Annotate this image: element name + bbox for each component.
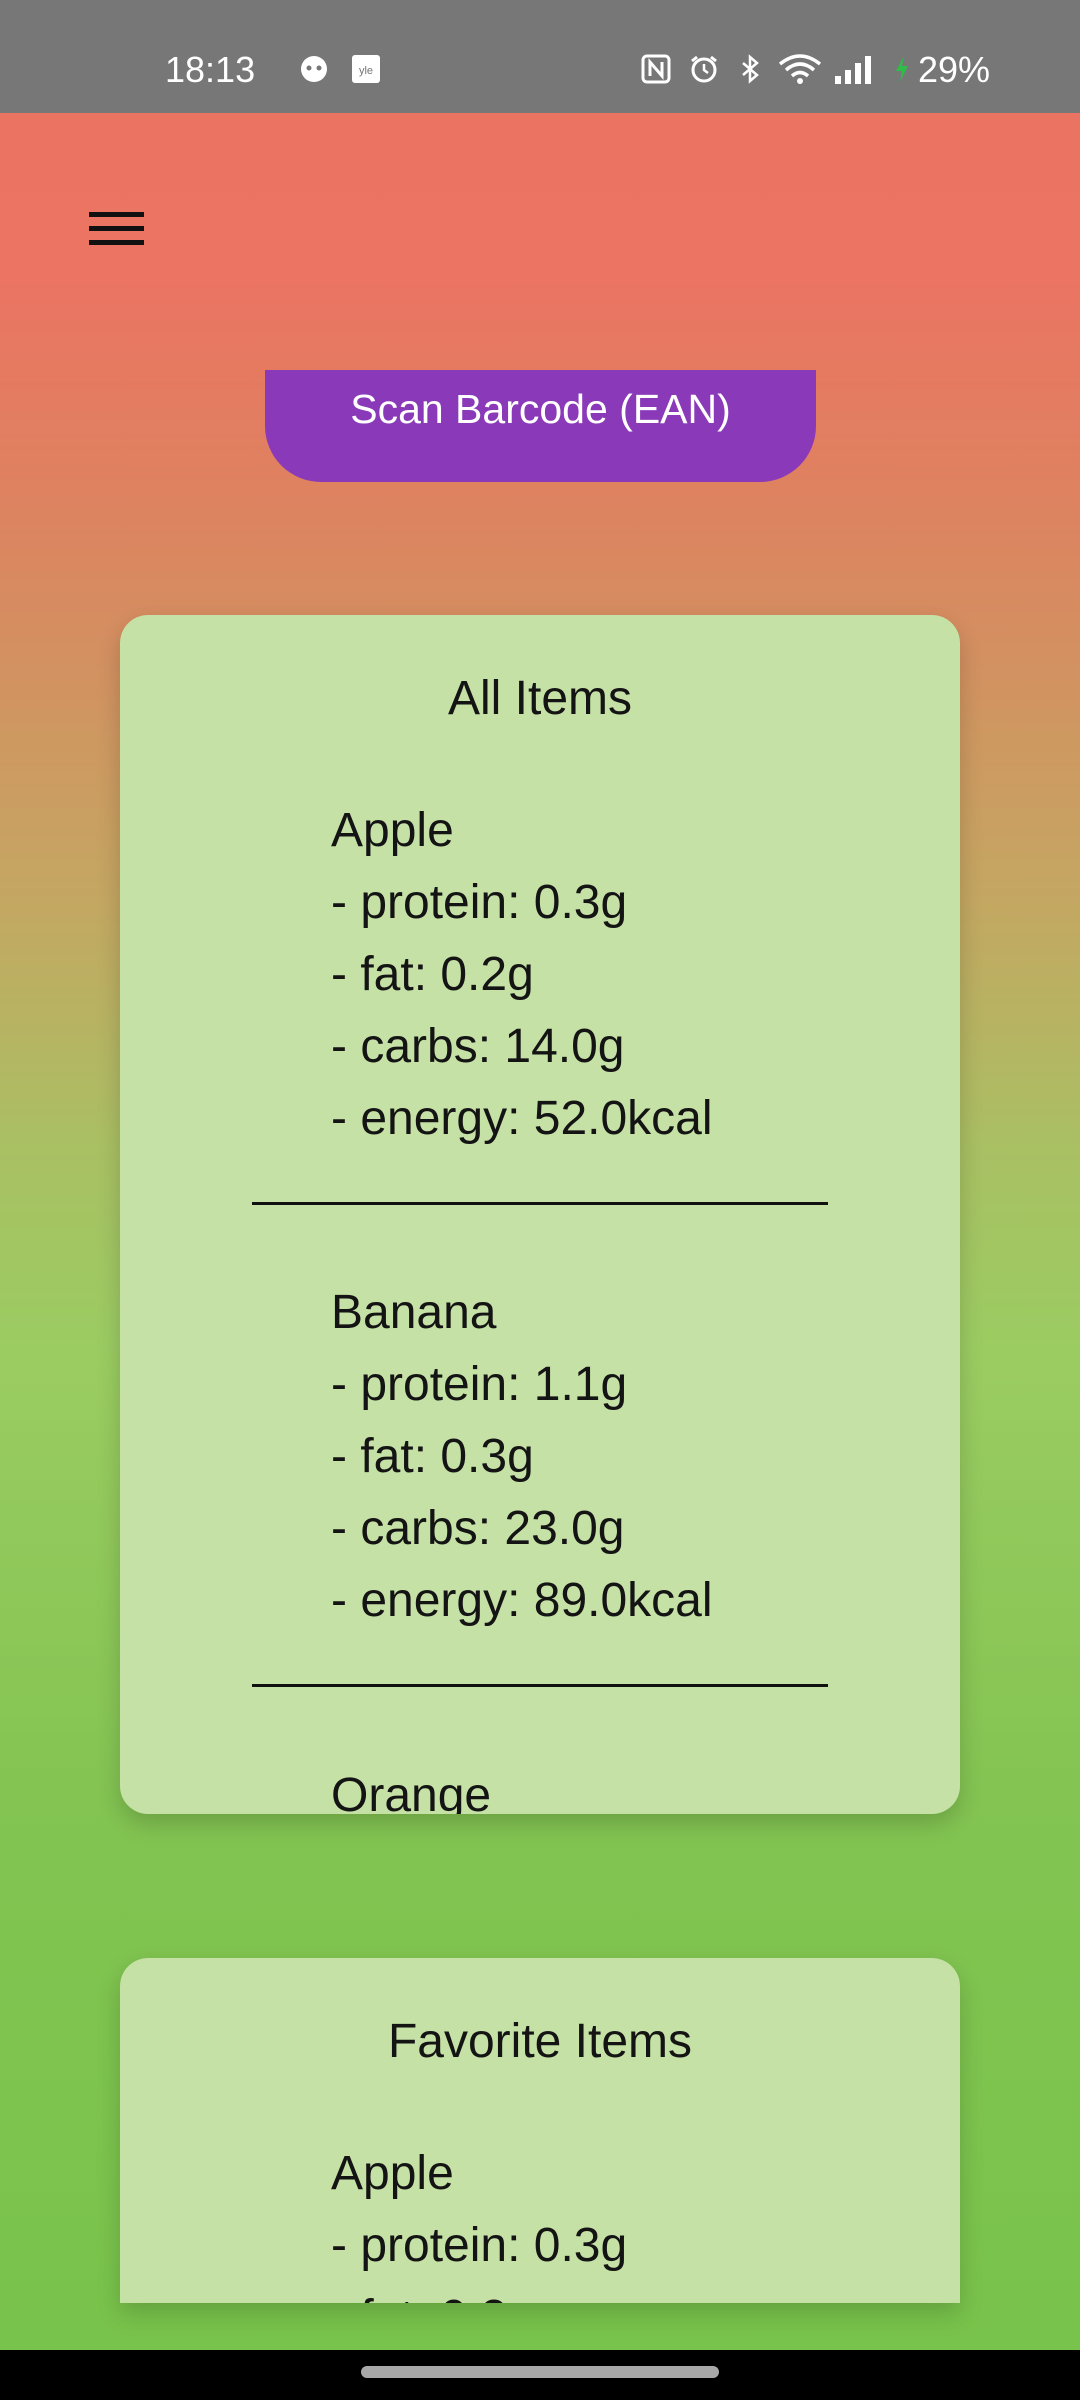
nfc-icon [641,54,671,84]
gesture-handle[interactable] [361,2366,719,2378]
signal-icon [835,56,871,84]
list-item[interactable]: Banana - protein: 1.1g - fat: 0.3g - car… [331,1277,713,1637]
item-carbs: - carbs: 14.0g [331,1020,625,1073]
scan-barcode-button[interactable]: Scan Barcode (EAN) [265,370,816,482]
item-divider [252,1684,828,1687]
bluetooth-icon [742,54,759,84]
item-fat: - fat: 0.2g [331,948,534,1001]
item-carbs: - carbs: 23.0g [331,1502,625,1555]
wifi-icon [778,54,822,84]
yle-app-icon: yle [352,55,380,83]
status-bar: 18:13 yle 29% [0,0,1080,113]
list-item[interactable]: Orange [331,1760,491,1814]
favorite-items-title: Favorite Items [387,2015,693,2068]
item-energy: - energy: 89.0kcal [331,1574,713,1627]
item-protein: - protein: 0.3g [331,2219,628,2272]
all-items-card[interactable]: All Items Apple - protein: 0.3g - fat: 0… [120,615,960,1814]
all-items-title: All Items [447,672,633,725]
item-name: Apple [331,804,454,857]
svg-text:yle: yle [359,65,373,77]
alarm-icon [691,55,717,83]
hamburger-menu-icon[interactable] [76,196,156,260]
item-name: Apple [331,2147,454,2200]
status-time: 18:13 [165,49,256,90]
item-divider [252,1202,828,1205]
battery-percentage: 29% [918,49,991,90]
list-item[interactable]: Apple - protein: 0.3g - fat: 0.2g - carb… [331,795,713,1155]
app-screen: 18:13 yle 29% Scan Barcode (EAN) All Ite… [0,0,1080,2400]
favorite-items-card-viewport: Favorite Items Apple - protein: 0.3g - f… [120,1958,960,2303]
item-energy: - energy: 52.0kcal [331,1092,713,1145]
list-item[interactable]: Apple - protein: 0.3g - fat: 0.2g [331,2138,627,2303]
battery-charging-icon [896,56,908,82]
favorite-items-card[interactable]: Favorite Items Apple - protein: 0.3g - f… [120,1958,960,2303]
item-name: Banana [331,1286,497,1339]
item-fat: - fat: 0.3g [331,1430,534,1483]
item-protein: - protein: 0.3g [331,876,628,929]
item-fat: - fat: 0.2g [331,2282,627,2303]
item-protein: - protein: 1.1g [331,1358,628,1411]
item-name: Orange [331,1769,492,1814]
game-controller-icon [301,56,327,82]
